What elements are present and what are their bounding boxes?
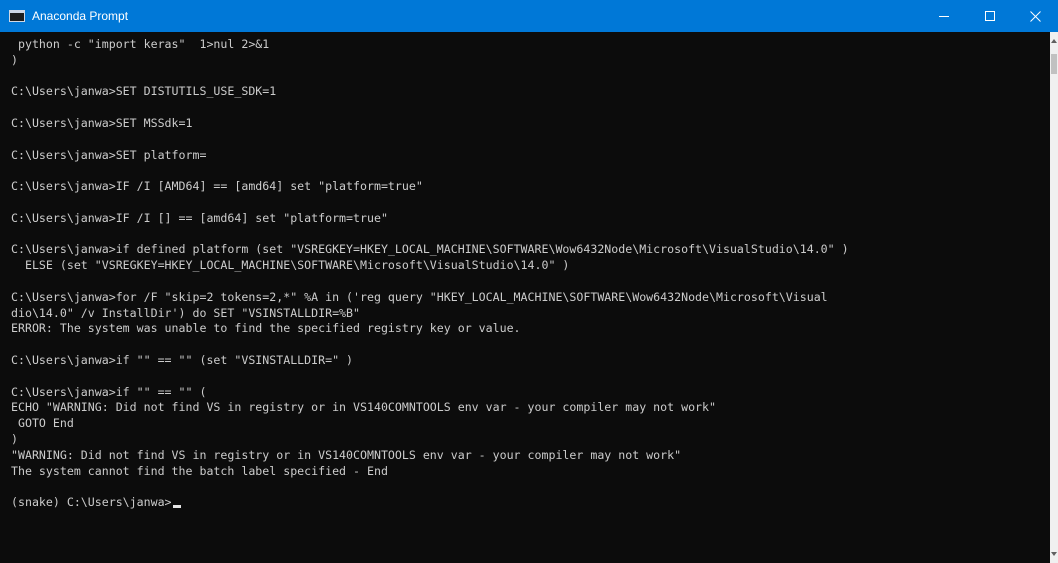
console-line: C:\Users\janwa>SET DISTUTILS_USE_SDK=1 — [11, 84, 277, 99]
scroll-up-arrow-icon[interactable] — [1051, 39, 1057, 43]
console-line: python -c "import keras" 1>nul 2>&1 — [11, 37, 270, 51]
console-app-icon — [9, 10, 25, 22]
console-line: C:\Users\janwa>IF /I [AMD64] == [amd64] … — [11, 179, 423, 194]
vertical-scrollbar[interactable] — [1050, 32, 1058, 563]
minimize-icon — [939, 16, 949, 17]
console-line: C:\Users\janwa>SET MSSdk=1 — [11, 115, 193, 130]
console-text: python -c "import keras" 1>nul 2>&1 ) C:… — [0, 32, 1050, 511]
scroll-down-arrow-icon[interactable] — [1051, 552, 1057, 556]
scroll-thumb[interactable] — [1051, 54, 1057, 74]
console-line: C:\Users\janwa>if "" == "" (set "VSINSTA… — [11, 352, 354, 367]
maximize-button[interactable] — [967, 0, 1013, 32]
console-line: C:\Users\janwa>IF /I [] == [amd64] set "… — [11, 210, 388, 225]
console-line: C:\Users\janwa>if defined platform (set … — [11, 242, 849, 257]
console-line: dio\14.0" /v InstallDir') do SET "VSINST… — [11, 305, 361, 320]
console-line: ERROR: The system was unable to find the… — [11, 321, 521, 336]
console-line: C:\Users\janwa>if "" == "" ( — [11, 384, 207, 399]
title-bar[interactable]: Anaconda Prompt — [0, 0, 1058, 32]
maximize-icon — [985, 11, 995, 21]
close-icon — [1030, 11, 1041, 22]
command-prompt: (snake) C:\Users\janwa> — [11, 495, 172, 510]
console-line: "WARNING: Did not find VS in registry or… — [11, 447, 682, 462]
console-line: ) — [11, 431, 18, 446]
console-line: The system cannot find the batch label s… — [11, 463, 388, 478]
minimize-button[interactable] — [921, 0, 967, 32]
console-line: C:\Users\janwa>SET platform= — [11, 147, 207, 162]
console-output-area[interactable]: python -c "import keras" 1>nul 2>&1 ) C:… — [0, 32, 1050, 563]
console-line: GOTO End — [11, 416, 74, 431]
anaconda-prompt-window: Anaconda Prompt python -c "import keras"… — [0, 0, 1058, 563]
console-line: ) — [11, 52, 18, 67]
close-button[interactable] — [1013, 0, 1058, 32]
console-line: ECHO "WARNING: Did not find VS in regist… — [11, 400, 716, 415]
console-history: python -c "import keras" 1>nul 2>&1 ) C:… — [11, 37, 849, 478]
console-line: ELSE (set "VSREGKEY=HKEY_LOCAL_MACHINE\S… — [11, 258, 570, 273]
console-line: C:\Users\janwa>for /F "skip=2 tokens=2,*… — [11, 289, 828, 304]
window-title: Anaconda Prompt — [32, 9, 129, 23]
text-cursor — [172, 505, 181, 509]
